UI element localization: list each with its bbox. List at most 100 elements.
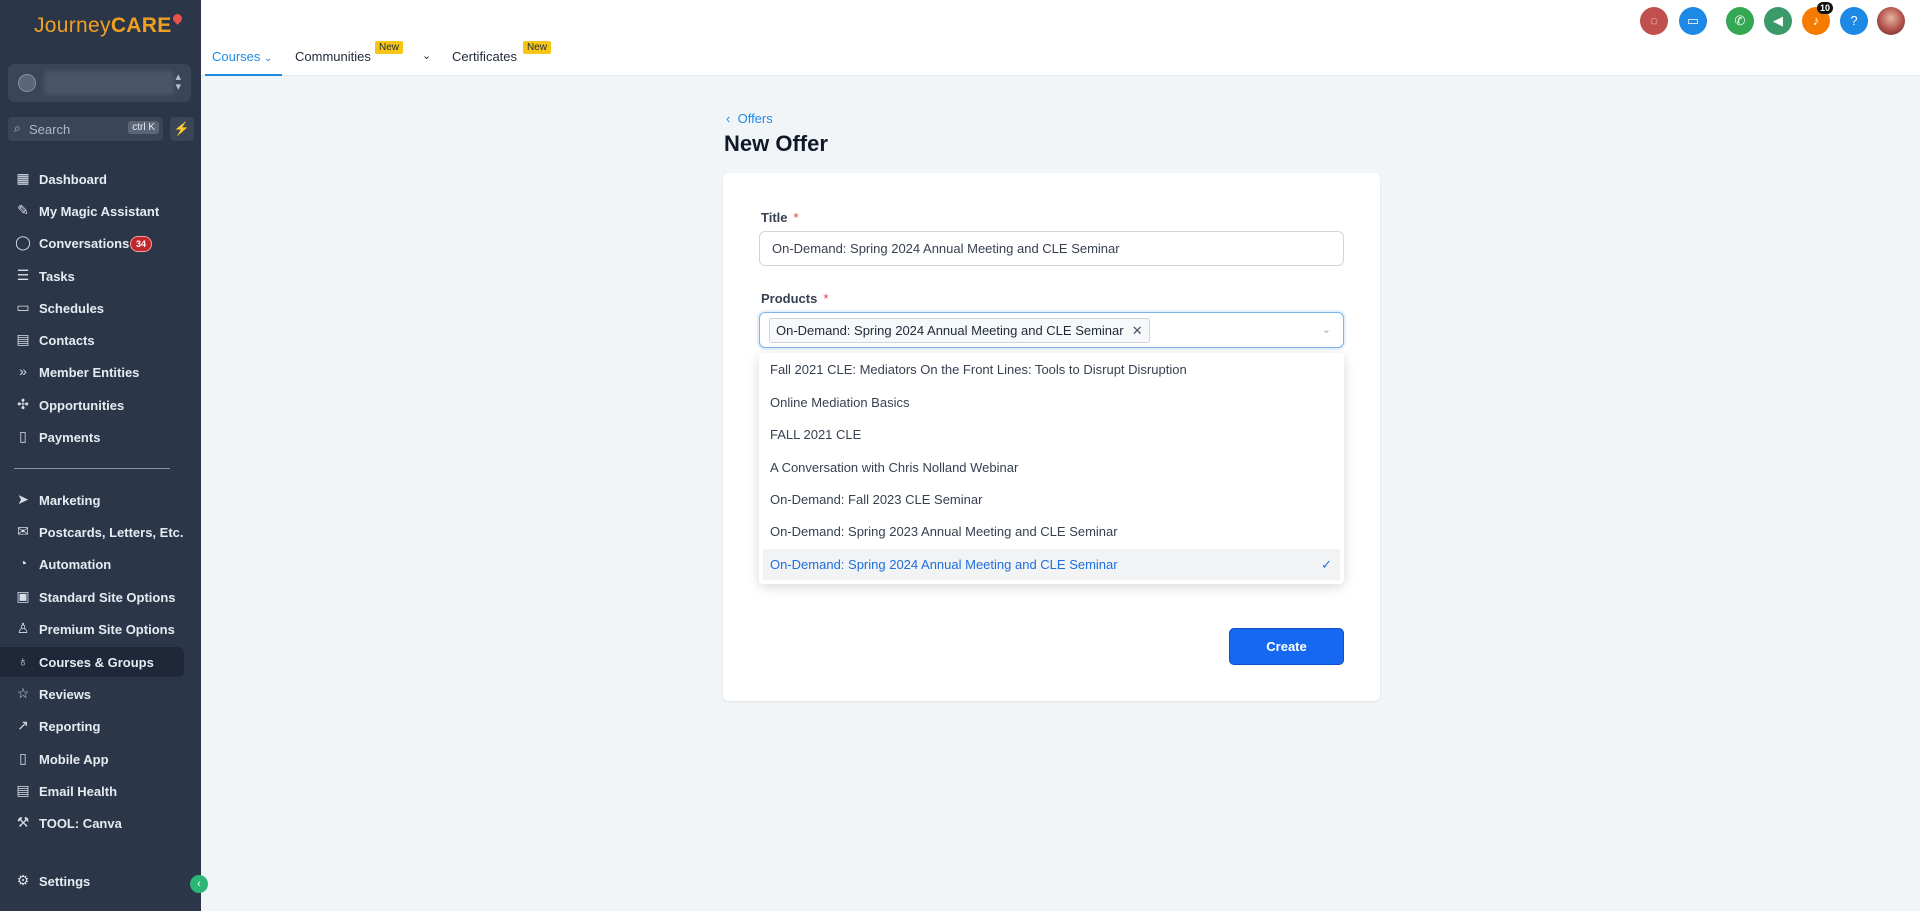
tasks-list-icon: ☰ <box>16 267 30 283</box>
sidebar-item-standard-site-options[interactable]: ▣ Standard Site Options <box>0 582 201 612</box>
receipt-icon: ▯ <box>19 428 27 444</box>
sidebar-item-label: Courses & Groups <box>39 655 154 670</box>
products-dropdown-menu: Fall 2021 CLE: Mediators On the Front Li… <box>759 353 1344 584</box>
title-input[interactable] <box>759 231 1344 266</box>
gear-icon: ⚙ <box>16 872 30 888</box>
sidebar-item-label: Contacts <box>39 333 95 348</box>
sidebar-item-reporting[interactable]: ↗ Reporting <box>0 711 201 741</box>
sidebar-item-label: Dashboard <box>39 172 107 187</box>
user-icon <box>18 74 36 92</box>
dropdown-option[interactable]: On-Demand: Spring 2023 Annual Meeting an… <box>763 516 1340 547</box>
sidebar-item-email-health[interactable]: ▤ Email Health <box>0 776 201 806</box>
up-down-chevron-icon: ▴ ▾ <box>175 71 181 93</box>
sidebar-item-label: TOOL: Canva <box>39 816 122 831</box>
tag-label: On-Demand: Spring 2024 Annual Meeting an… <box>776 323 1124 338</box>
new-badge: New <box>523 41 552 54</box>
dashboard-icon: ▦ <box>16 170 30 186</box>
sidebar-item-label: Reviews <box>39 687 92 702</box>
search-placeholder: Search <box>29 122 71 137</box>
dropdown-option[interactable]: Fall 2021 CLE: Mediators On the Front Li… <box>763 354 1340 385</box>
chevron-left-icon: ‹ <box>726 111 731 126</box>
sidebar: JourneyCARE ▴ ▾ ⌕ Search ctrl K ⚡ ▦ Dashbo… <box>0 0 208 911</box>
sidebar-item-member-entities[interactable]: » Member Entities <box>0 357 201 387</box>
sidebar-item-contacts[interactable]: ▤ Contacts <box>0 325 201 355</box>
sidebar-item-settings[interactable]: ⚙ Settings <box>0 866 201 896</box>
account-switcher[interactable]: ▴ ▾ <box>8 64 191 102</box>
logo-text-journey: Journey <box>34 14 111 37</box>
sidebar-item-conversations[interactable]: ◯ Conversations 34 <box>0 228 201 258</box>
tab-label: Communities <box>295 49 371 64</box>
account-name-redacted <box>44 71 174 95</box>
label-text: Title <box>761 210 788 225</box>
premium-user-icon: ♙ <box>16 620 30 636</box>
create-button[interactable]: Create <box>1229 628 1344 665</box>
tab-label: Courses <box>212 49 261 64</box>
sidebar-item-label: Premium Site Options <box>39 622 175 637</box>
sidebar-item-payments[interactable]: ▯ Payments <box>0 422 201 452</box>
collapse-sidebar-button[interactable]: ‹ <box>190 875 208 893</box>
sidebar-item-mobile-app[interactable]: ▯ Mobile App <box>0 744 201 774</box>
award-icon: ♁ <box>17 653 29 669</box>
chat-bubble-icon: ◯ <box>15 234 31 250</box>
breadcrumb-back-offers[interactable]: ‹ Offers <box>726 111 773 126</box>
remove-tag-close-icon[interactable]: ✕ <box>1132 319 1143 342</box>
sidebar-item-courses-groups[interactable]: ♁ Courses & Groups <box>0 647 184 677</box>
option-label: A Conversation with Chris Nolland Webina… <box>770 460 1019 475</box>
sidebar-item-magic-assistant[interactable]: ✎ My Magic Assistant <box>0 196 201 226</box>
contact-card-icon[interactable]: ▭ <box>1679 7 1707 35</box>
magic-wand-icon: ✎ <box>17 202 29 218</box>
tab-label: Certificates <box>452 49 518 64</box>
sidebar-item-label: Automation <box>39 557 112 572</box>
user-avatar[interactable] <box>1877 7 1905 35</box>
tab-communities[interactable]: Communities <box>295 49 371 64</box>
dropdown-option-selected[interactable]: On-Demand: Spring 2024 Annual Meeting an… <box>763 549 1340 580</box>
sidebar-item-dashboard[interactable]: ▦ Dashboard <box>0 164 201 194</box>
sidebar-item-label: Marketing <box>39 493 101 508</box>
dropdown-option[interactable]: Online Mediation Basics <box>763 387 1340 418</box>
dropdown-option[interactable]: On-Demand: Fall 2023 CLE Seminar <box>763 484 1340 515</box>
sidebar-item-label: Mobile App <box>39 752 109 767</box>
sidebar-item-premium-site-options[interactable]: ♙ Premium Site Options <box>0 614 201 644</box>
tab-certificates[interactable]: Certificates <box>452 49 517 64</box>
unread-count-badge: 34 <box>130 236 153 252</box>
required-asterisk: * <box>793 210 799 225</box>
sidebar-item-label: Member Entities <box>39 365 140 380</box>
option-label: On-Demand: Spring 2023 Annual Meeting an… <box>770 524 1118 539</box>
phone-icon[interactable]: ✆ <box>1726 7 1754 35</box>
megaphone-icon[interactable]: ◀ <box>1764 7 1792 35</box>
app-logo[interactable]: JourneyCARE <box>34 12 184 38</box>
sidebar-item-automation[interactable]: ◔ Automation <box>0 549 201 579</box>
sidebar-item-label: Payments <box>39 430 101 445</box>
sidebar-item-reviews[interactable]: ☆ Reviews <box>0 679 201 709</box>
sidebar-item-postcards[interactable]: ✉ Postcards, Letters, Etc. <box>0 517 201 547</box>
mail-stack-icon: ✉ <box>17 523 29 539</box>
star-icon: ☆ <box>16 685 30 701</box>
sidebar-item-tool-canva[interactable]: ⚒ TOOL: Canva <box>0 808 201 838</box>
chevron-down-icon: ⌄ <box>1321 324 1331 336</box>
quick-actions-bolt-icon[interactable]: ⚡ <box>170 117 194 141</box>
chat-icon[interactable]: ◌ <box>1640 7 1668 35</box>
products-field-label: Products * <box>761 291 828 306</box>
products-multiselect[interactable]: On-Demand: Spring 2024 Annual Meeting an… <box>759 312 1344 348</box>
sidebar-divider <box>14 468 170 469</box>
network-icon: ✣ <box>17 396 29 412</box>
calendar-icon: ▭ <box>16 299 30 315</box>
search-shortcut: ctrl K <box>128 121 159 134</box>
sidebar-search[interactable]: ⌕ Search ctrl K <box>8 117 163 141</box>
trending-up-icon: ↗ <box>17 717 29 733</box>
dropdown-option[interactable]: A Conversation with Chris Nolland Webina… <box>763 452 1340 483</box>
dropdown-option[interactable]: FALL 2021 CLE <box>763 419 1340 450</box>
communities-dropdown-icon[interactable]: ⌄ <box>422 49 431 62</box>
sidebar-item-label: Opportunities <box>39 398 125 413</box>
option-label: FALL 2021 CLE <box>770 427 862 442</box>
sidebar-item-tasks[interactable]: ☰ Tasks <box>0 261 201 291</box>
help-icon[interactable]: ? <box>1840 7 1868 35</box>
sidebar-item-marketing[interactable]: ➤ Marketing <box>0 485 201 515</box>
sidebar-item-opportunities[interactable]: ✣ Opportunities <box>0 390 201 420</box>
sidebar-item-label: Reporting <box>39 719 101 734</box>
double-chevron-icon: » <box>19 363 27 379</box>
sidebar-item-schedules[interactable]: ▭ Schedules <box>0 293 201 323</box>
search-icon: ⌕ <box>14 121 21 135</box>
label-text: Products <box>761 291 818 306</box>
tab-courses[interactable]: Courses ⌄ <box>212 49 272 64</box>
